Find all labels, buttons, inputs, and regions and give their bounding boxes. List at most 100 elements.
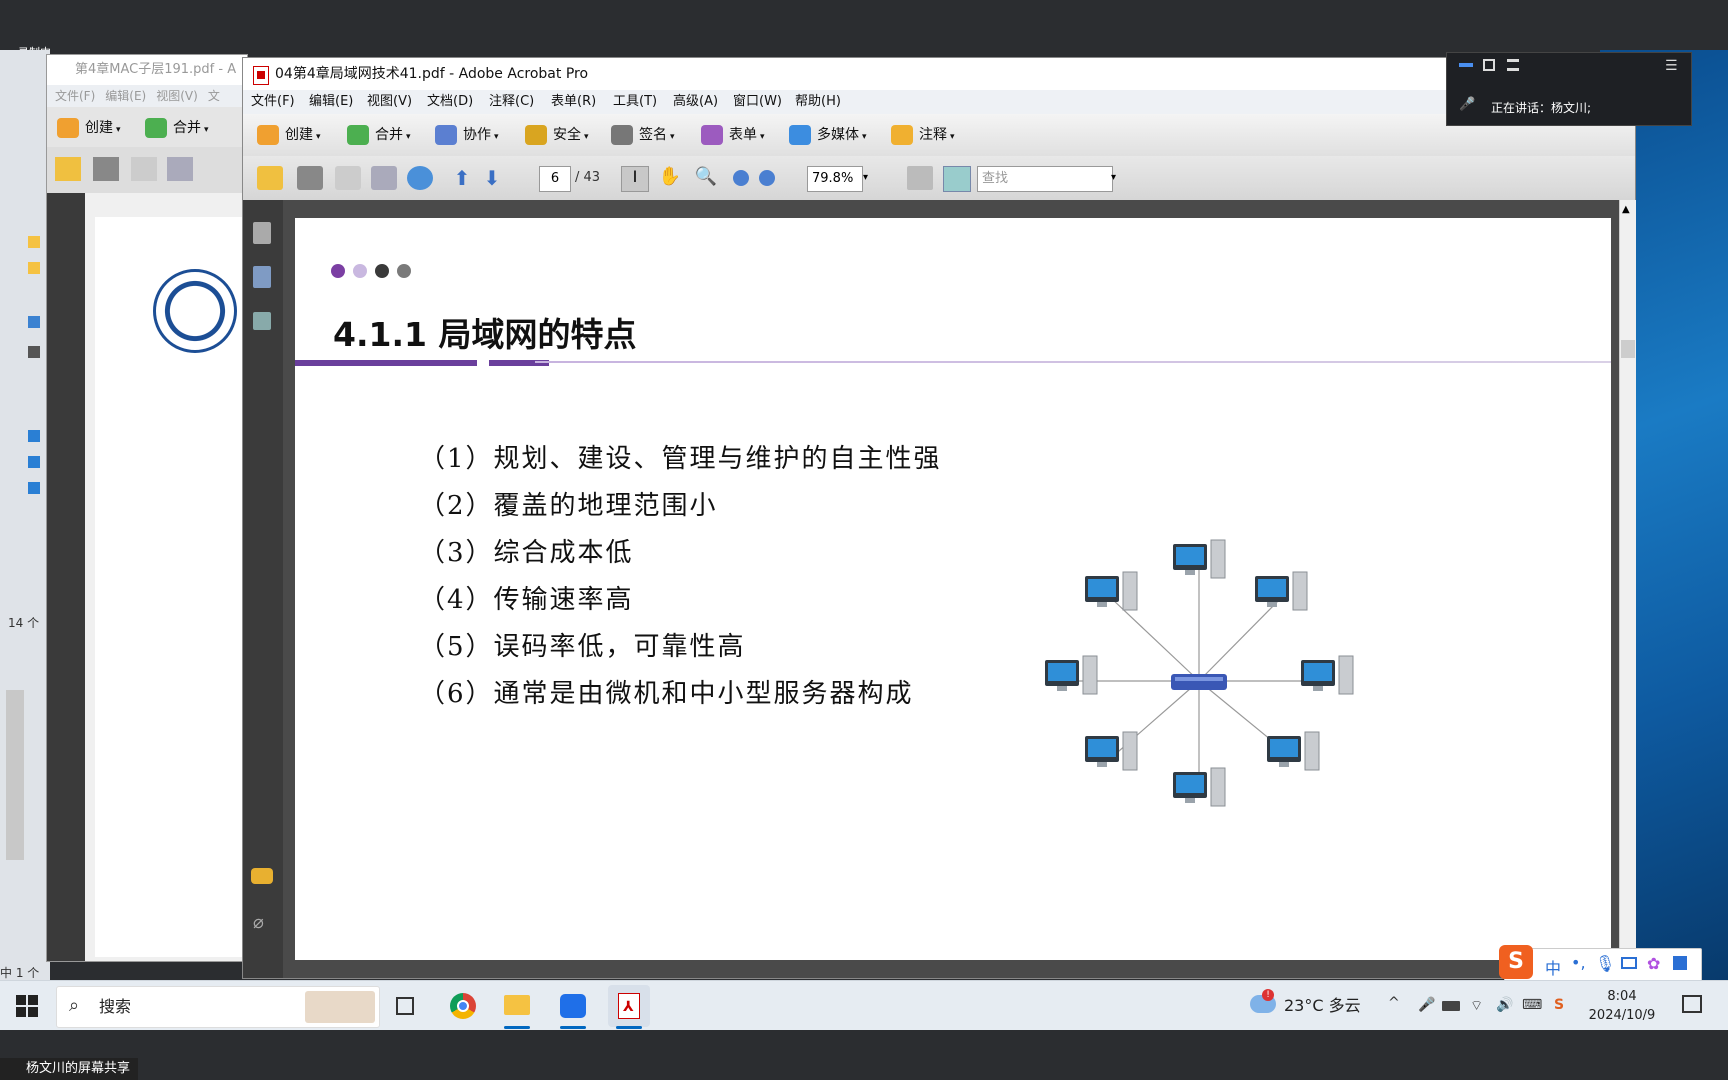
file-explorer-icon[interactable]	[496, 985, 538, 1029]
save-icon[interactable]	[335, 166, 361, 190]
skin-icon[interactable]: ✿	[1647, 954, 1660, 973]
network-icon[interactable]: ⌔	[1470, 997, 1483, 1015]
ime-tray-icon[interactable]: ⌨	[1522, 997, 1542, 1013]
chrome-icon[interactable]	[442, 985, 484, 1027]
collaborate-button[interactable]: 协作 ▾	[433, 122, 499, 148]
multimedia-button[interactable]: 多媒体 ▾	[787, 122, 867, 148]
sogou-tray-icon[interactable]: S	[1554, 997, 1564, 1013]
zoom-input[interactable]: 79.8%	[807, 166, 863, 192]
list-icon[interactable]	[1507, 59, 1519, 71]
window-icon[interactable]	[1483, 59, 1495, 71]
marquee-zoom-icon[interactable]: 🔍	[693, 166, 719, 190]
print-icon[interactable]	[93, 157, 119, 181]
mic-muted-icon: 🎤	[1459, 97, 1476, 112]
weather-text[interactable]: 23°C 多云	[1284, 981, 1361, 1031]
open-icon[interactable]	[55, 157, 81, 181]
secure-button[interactable]: 安全 ▾	[523, 122, 589, 148]
meeting-overlay[interactable]: ☰ 🎤 正在讲话：杨文川;	[1446, 52, 1692, 126]
arrow-up-icon[interactable]: ⬆	[449, 166, 475, 190]
clock-time: 8:04	[1607, 989, 1637, 1004]
zoom-in-icon[interactable]	[759, 170, 775, 186]
menu-advanced[interactable]: 高级(A)	[673, 90, 718, 114]
arrow-down-icon[interactable]: ⬇	[479, 166, 505, 190]
meeting-app-icon[interactable]	[552, 985, 594, 1029]
menu-tools[interactable]: 工具(T)	[613, 90, 657, 114]
bookmarks-icon[interactable]	[253, 266, 271, 288]
menu-forms[interactable]: 表单(R)	[551, 90, 596, 114]
comment-button[interactable]: 注释 ▾	[889, 122, 955, 148]
menu-document[interactable]: 文档(D)	[427, 90, 473, 114]
desktop-icon[interactable]	[28, 482, 40, 494]
menu-comment[interactable]: 注释(C)	[489, 90, 534, 114]
signatures-icon[interactable]	[253, 312, 271, 330]
sogou-logo-icon[interactable]: S	[1499, 945, 1533, 979]
vertical-scrollbar[interactable]: ▲	[1619, 200, 1636, 960]
task-view-icon[interactable]	[384, 985, 426, 1027]
menu-view[interactable]: 视图(V)	[367, 90, 412, 114]
menu-window[interactable]: 窗口(W)	[733, 90, 782, 114]
open-icon[interactable]	[257, 166, 283, 190]
ime-mode-label[interactable]: 中	[1545, 955, 1561, 979]
web-icon[interactable]	[407, 166, 433, 190]
page-number-input[interactable]: 6	[539, 166, 571, 192]
search-input[interactable]: 查找	[977, 166, 1113, 192]
collapse-icon[interactable]: ☰	[1665, 58, 1678, 74]
punctuation-icon[interactable]: •,	[1571, 953, 1586, 972]
search-dropdown-icon[interactable]: ▾	[1111, 166, 1137, 190]
create-button[interactable]: 创建 ▾	[255, 122, 321, 148]
back-window-title[interactable]: 第4章MAC子层191.pdf - A	[47, 55, 247, 85]
volume-icon[interactable]: 🔊	[1496, 997, 1513, 1013]
print-icon[interactable]	[297, 166, 323, 190]
email-icon[interactable]	[167, 157, 193, 181]
music-icon[interactable]	[28, 456, 40, 468]
menu-doc[interactable]: 文	[208, 89, 220, 103]
fit-page-icon[interactable]	[943, 166, 971, 192]
scrollbar[interactable]	[6, 690, 24, 860]
keyboard-icon[interactable]	[1621, 957, 1637, 969]
ime-toolbar[interactable]: S 中 •, 🎙 ✿	[1499, 945, 1702, 982]
acrobat-window[interactable]: 04第4章局域网技术41.pdf - Adobe Acrobat Pro 文件(…	[242, 57, 1636, 979]
comments-icon[interactable]	[251, 868, 273, 884]
minimize-icon[interactable]	[1459, 63, 1473, 67]
pages-icon[interactable]	[253, 222, 271, 244]
scroll-up-icon[interactable]: ▲	[1622, 204, 1630, 215]
menu-help[interactable]: 帮助(H)	[795, 90, 841, 114]
title-bar[interactable]: 04第4章局域网技术41.pdf - Adobe Acrobat Pro	[243, 58, 1635, 90]
clock[interactable]: 8:04 2024/10/9	[1582, 987, 1662, 1025]
merge-button[interactable]: 合并 ▾	[345, 122, 411, 148]
notification-icon[interactable]	[1682, 995, 1702, 1013]
microphone-icon[interactable]: 🎙	[1595, 954, 1615, 973]
tray-chevron-icon[interactable]: ^	[1388, 995, 1400, 1011]
download-icon[interactable]	[28, 430, 40, 442]
select-cursor-icon[interactable]: I	[621, 166, 649, 192]
email-icon[interactable]	[371, 166, 397, 190]
folder-icon[interactable]	[28, 262, 40, 274]
zoom-dropdown-icon[interactable]: ▾	[863, 166, 889, 190]
acrobat-icon[interactable]: ⅄	[608, 985, 650, 1029]
windows-start-icon[interactable]	[16, 995, 38, 1017]
taskbar-search[interactable]: ⌕ 搜索	[56, 986, 380, 1028]
battery-icon[interactable]	[1442, 1001, 1460, 1011]
hand-icon[interactable]: ✋	[657, 166, 683, 190]
sign-button[interactable]: 签名 ▾	[609, 122, 675, 148]
attachment-icon[interactable]: ⌀	[253, 912, 271, 934]
toolbox-icon[interactable]	[1673, 956, 1687, 970]
merge-button[interactable]: 合并 ▾	[143, 115, 209, 141]
video-icon[interactable]	[28, 346, 40, 358]
fit-width-icon[interactable]	[907, 166, 933, 190]
search-label: 搜索	[99, 997, 132, 1016]
menu-file[interactable]: 文件(F)	[251, 90, 295, 114]
menu-edit[interactable]: 编辑(E)	[105, 89, 146, 103]
zoom-out-icon[interactable]	[733, 170, 749, 186]
forms-button[interactable]: 表单 ▾	[699, 122, 765, 148]
save-icon[interactable]	[131, 157, 157, 181]
scroll-thumb[interactable]	[1621, 340, 1635, 358]
menu-edit[interactable]: 编辑(E)	[309, 90, 353, 114]
folder-icon[interactable]	[28, 236, 40, 248]
menu-file[interactable]: 文件(F)	[55, 89, 95, 103]
menu-view[interactable]: 视图(V)	[156, 89, 198, 103]
create-button[interactable]: 创建 ▾	[55, 115, 121, 141]
back-acrobat-window[interactable]: 第4章MAC子层191.pdf - A 文件(F) 编辑(E) 视图(V) 文 创建 ▾…	[46, 54, 248, 962]
mic-icon[interactable]: 🎤	[1418, 997, 1435, 1013]
drive-icon[interactable]	[28, 316, 40, 328]
